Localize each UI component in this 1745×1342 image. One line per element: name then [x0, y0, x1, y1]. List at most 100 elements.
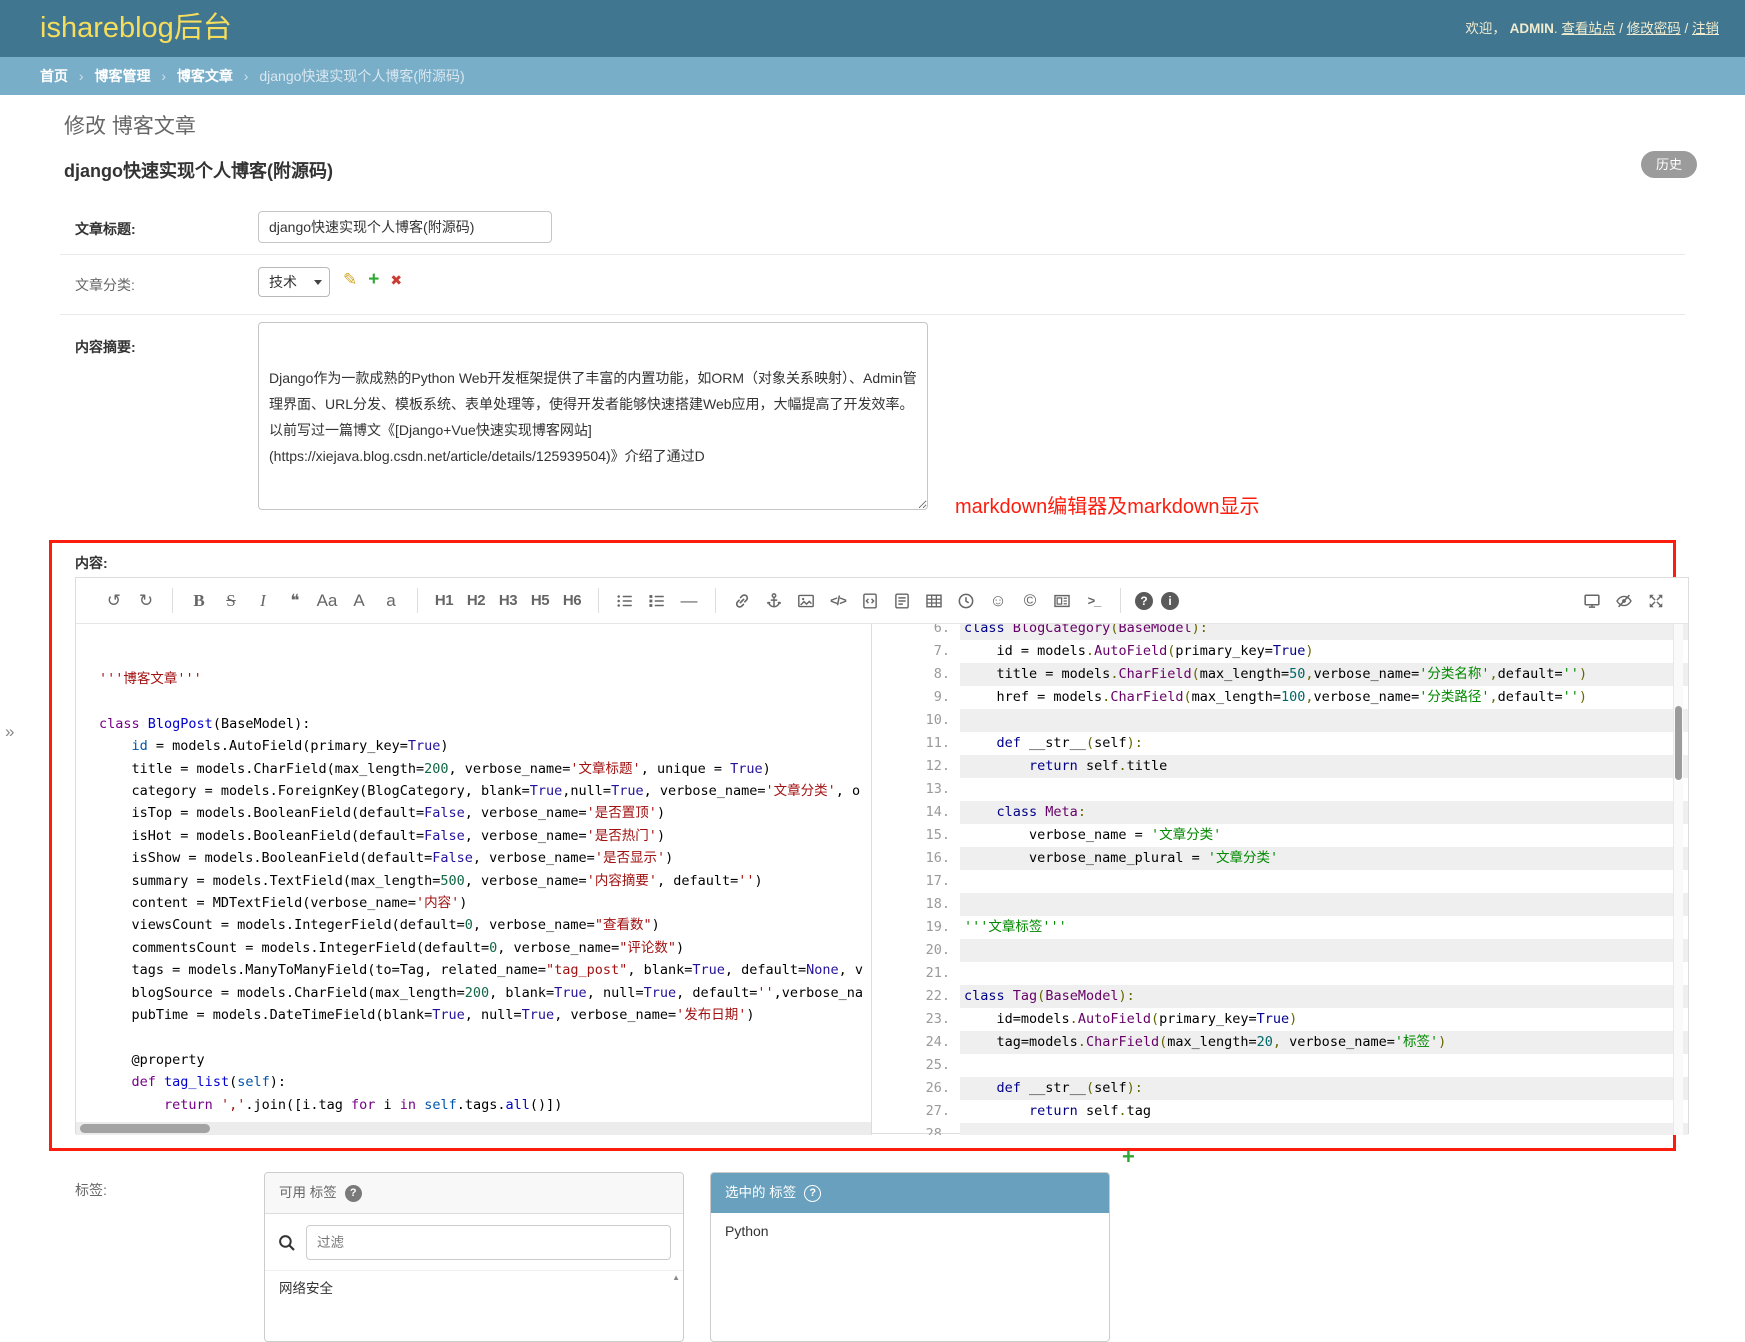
- chosen-tag-option[interactable]: Python: [711, 1213, 1109, 1249]
- strikethrough-icon[interactable]: S: [219, 587, 243, 615]
- line-number: 10.: [906, 709, 960, 732]
- link-icon[interactable]: [730, 587, 754, 615]
- preview-code-line: 13.: [906, 778, 1688, 801]
- code-icon[interactable]: </>: [826, 587, 850, 615]
- info-icon[interactable]: i: [1161, 592, 1179, 610]
- lowercase-icon[interactable]: a: [379, 587, 403, 615]
- preview-code-line: 9. href = models.CharField(max_length=10…: [906, 686, 1688, 709]
- image-icon[interactable]: [794, 587, 818, 615]
- source-code-line: id = models.AutoField(primary_key=True): [99, 735, 871, 757]
- preformatted-text-icon[interactable]: [890, 587, 914, 615]
- preview-code-line: 22.class Tag(BaseModel):: [906, 985, 1688, 1008]
- tags-filter-input[interactable]: [306, 1225, 671, 1260]
- html-entities-icon[interactable]: ©: [1018, 587, 1042, 615]
- welcome-text: 欢迎，: [1465, 21, 1506, 36]
- edit-category-icon[interactable]: ✎: [343, 270, 357, 290]
- italic-icon[interactable]: I: [251, 587, 275, 615]
- preview-code-text: [960, 709, 1688, 732]
- preview-code-line: 16. verbose_name_plural = '文章分类': [906, 847, 1688, 870]
- preview-code-line: 25.: [906, 1054, 1688, 1077]
- uppercase-words-icon[interactable]: Aa: [315, 587, 339, 615]
- horizontal-scrollbar[interactable]: [76, 1122, 871, 1135]
- heading-1-icon[interactable]: H1: [432, 587, 456, 615]
- preview-code-text: [960, 870, 1688, 893]
- source-code-line: class BlogPost(BaseModel):: [99, 713, 871, 735]
- summary-textarea[interactable]: Django作为一款成熟的Python Web开发框架提供了丰富的内置功能，如O…: [258, 322, 928, 510]
- username: ADMIN: [1510, 21, 1554, 36]
- search-icon: [277, 1233, 297, 1253]
- breadcrumb-separator: ›: [161, 68, 166, 84]
- preview-code-line: 28.: [906, 1123, 1688, 1135]
- breadcrumb-home[interactable]: 首页: [40, 68, 68, 84]
- source-code-line: viewsCount = models.IntegerField(default…: [99, 914, 871, 936]
- heading-2-icon[interactable]: H2: [464, 587, 488, 615]
- line-number: 13.: [906, 778, 960, 801]
- anchor-icon[interactable]: [762, 587, 786, 615]
- source-code-line: category = models.ForeignKey(BlogCategor…: [99, 780, 871, 802]
- heading-6-icon[interactable]: H6: [560, 587, 584, 615]
- source-code-line: @property: [99, 1049, 871, 1071]
- quote-icon[interactable]: ❝: [283, 587, 307, 615]
- horizontal-scrollbar-thumb[interactable]: [80, 1124, 210, 1133]
- list-ul-icon[interactable]: [613, 587, 637, 615]
- redo-icon[interactable]: ↻: [134, 587, 158, 615]
- vertical-scrollbar-thumb[interactable]: [1675, 706, 1682, 780]
- source-code-line: commentsCount = models.IntegerField(defa…: [99, 937, 871, 959]
- goto-line-icon[interactable]: >_: [1082, 587, 1106, 615]
- heading-5-icon[interactable]: H5: [528, 587, 552, 615]
- preview-code-text: def __str__(self):: [960, 1077, 1688, 1100]
- page-title: 修改 博客文章: [64, 110, 196, 140]
- line-number: 15.: [906, 824, 960, 847]
- available-tag-option[interactable]: 网络安全: [265, 1271, 683, 1303]
- add-category-icon[interactable]: +: [368, 271, 379, 289]
- chosen-tags-title: 选中的 标签: [725, 1173, 796, 1213]
- pagebreak-icon[interactable]: [1050, 587, 1074, 615]
- logout-link[interactable]: 注销: [1692, 21, 1719, 36]
- preview-code-text: class Tag(BaseModel):: [960, 985, 1688, 1008]
- line-number: 11.: [906, 732, 960, 755]
- breadcrumb-blog-posts[interactable]: 博客文章: [177, 68, 233, 84]
- username-suffix: .: [1554, 21, 1558, 36]
- preview-code-text: id=models.AutoField(primary_key=True): [960, 1008, 1688, 1031]
- change-password-link[interactable]: 修改密码: [1627, 21, 1681, 36]
- help-icon[interactable]: ?: [804, 1185, 821, 1202]
- preview-icon[interactable]: [1612, 587, 1636, 615]
- datetime-icon[interactable]: [954, 587, 978, 615]
- emoji-icon[interactable]: ☺: [986, 587, 1010, 615]
- source-code-line: return ','.join([i.tag for i in self.tag…: [99, 1094, 871, 1116]
- toolbar-separator: [417, 588, 418, 613]
- chosen-tags-box: 选中的 标签 ? Python: [710, 1172, 1110, 1342]
- breadcrumb-blog-admin[interactable]: 博客管理: [94, 68, 150, 84]
- watch-icon[interactable]: [1580, 587, 1604, 615]
- heading-3-icon[interactable]: H3: [496, 587, 520, 615]
- table-icon[interactable]: [922, 587, 946, 615]
- source-code-line: isShow = models.BooleanField(default=Fal…: [99, 847, 871, 869]
- scrollbar-up-arrow-icon[interactable]: ▲: [672, 1273, 680, 1282]
- preview-code-line: 8. title = models.CharField(max_length=5…: [906, 663, 1688, 686]
- line-number: 23.: [906, 1008, 960, 1031]
- line-number: 14.: [906, 801, 960, 824]
- help-icon[interactable]: ?: [345, 1185, 362, 1202]
- vertical-scrollbar[interactable]: [1673, 624, 1683, 1135]
- code-block-icon[interactable]: [858, 587, 882, 615]
- delete-category-icon[interactable]: ✖: [390, 272, 402, 289]
- add-tag-icon[interactable]: +: [1122, 1144, 1135, 1170]
- undo-icon[interactable]: ↺: [102, 587, 126, 615]
- preview-code-line: 6.class BlogCategory(BaseModel):: [906, 624, 1688, 640]
- title-input[interactable]: [258, 211, 552, 243]
- history-button[interactable]: 历史: [1641, 151, 1697, 178]
- list-ol-icon[interactable]: [645, 587, 669, 615]
- horizontal-rule-icon[interactable]: —: [677, 587, 701, 615]
- fullscreen-icon[interactable]: [1644, 587, 1668, 615]
- uppercase-icon[interactable]: A: [347, 587, 371, 615]
- help-icon[interactable]: ?: [1135, 592, 1153, 610]
- preview-code-line: 24. tag=models.CharField(max_length=20, …: [906, 1031, 1688, 1054]
- line-number: 17.: [906, 870, 960, 893]
- view-site-link[interactable]: 查看站点: [1561, 21, 1615, 36]
- bold-icon[interactable]: B: [187, 587, 211, 615]
- category-select[interactable]: 技术: [258, 267, 330, 297]
- title-field-label: 文章标题:: [75, 219, 136, 239]
- sidebar-toggle-icon[interactable]: »: [5, 722, 14, 742]
- preview-code-line: 15. verbose_name = '文章分类': [906, 824, 1688, 847]
- markdown-source[interactable]: '''博客文章''' class BlogPost(BaseModel): id…: [76, 624, 872, 1135]
